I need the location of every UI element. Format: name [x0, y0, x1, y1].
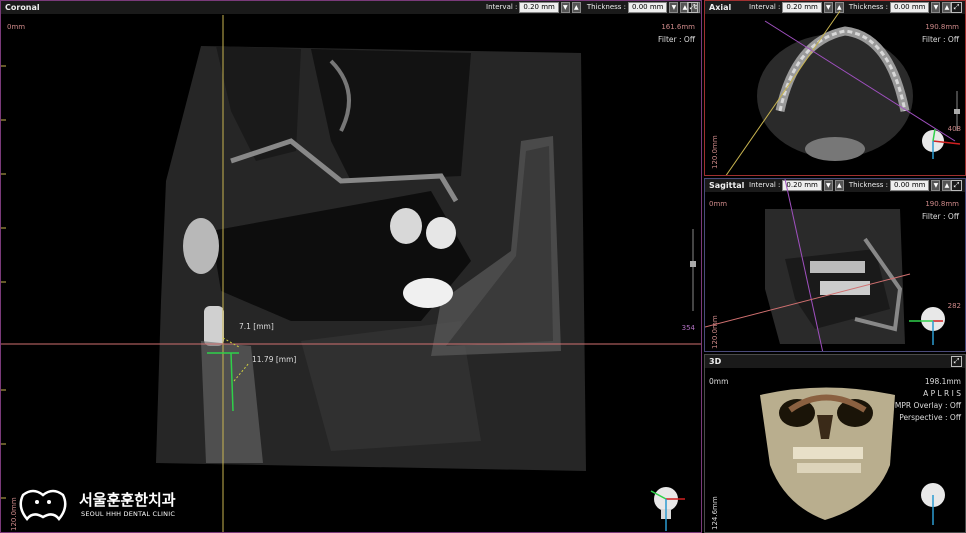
perspective-status: Perspective : Off — [899, 413, 961, 422]
coronal-filter: Filter : Off — [658, 35, 695, 44]
coronal-origin: 0mm — [7, 23, 26, 31]
coronal-image — [1, 15, 701, 532]
mpr-overlay-status: MPR Overlay : Off — [894, 401, 961, 410]
sagittal-filter: Filter : Off — [922, 212, 959, 221]
view3d-size: 198.1mm — [924, 377, 961, 386]
sagittal-slice: 282 — [947, 302, 961, 310]
axial-filter: Filter : Off — [922, 35, 959, 44]
sagittal-panel[interactable]: Sagittal Interval : 0.20 mm ▼ ▲ Thicknes… — [704, 178, 966, 352]
view3d-panel[interactable]: 3D ⤢ 0mm 198.1mm A P L R I S MPR Overlay… — [704, 354, 966, 533]
view3d-origin: 0mm — [709, 377, 729, 386]
coronal-panel[interactable]: Coronal Interval : 0.20 mm ▼ ▲ Thickness… — [0, 0, 702, 533]
sagittal-bottom: 120.0mm — [711, 315, 719, 349]
view3d-bottom: 124.6mm — [711, 496, 719, 530]
measure-2: 11.79 [mm] — [252, 355, 297, 364]
tooth-logo-icon — [19, 489, 67, 522]
coronal-size: 161.6mm — [661, 23, 695, 31]
view3d-orient: A P L R I S — [923, 389, 961, 398]
clinic-name: 서울훈훈한치과 — [79, 491, 176, 509]
axial-slice: 408 — [947, 125, 961, 133]
measure-1: 7.1 [mm] — [239, 322, 274, 331]
sagittal-origin: 0mm — [709, 200, 728, 208]
axial-panel[interactable]: Axial Interval : 0.20 mm ▼ ▲ Thickness :… — [704, 0, 966, 176]
axial-size: 190.8mm — [925, 23, 959, 31]
axial-bottom: 120.0mm — [711, 135, 719, 169]
clinic-subtitle: SEOUL HHH DENTAL CLINIC — [81, 510, 176, 518]
coronal-bottom: 120.0mm — [10, 497, 18, 531]
sagittal-size: 190.8mm — [925, 200, 959, 208]
coronal-slice: 354 — [681, 324, 695, 332]
clinic-logo: 서울훈훈한치과 SEOUL HHH DENTAL CLINIC — [19, 487, 199, 523]
